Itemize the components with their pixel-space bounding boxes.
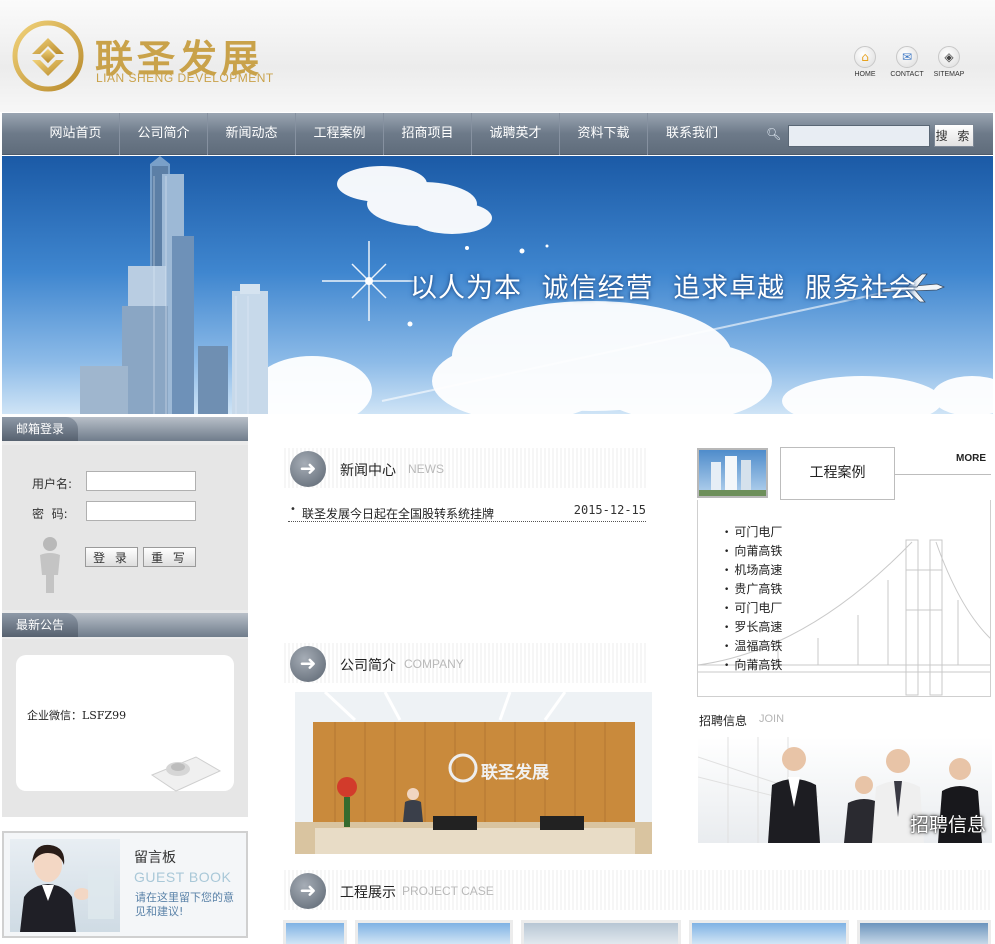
notice-panel: 企业微信：LSFZ99 — [2, 639, 248, 817]
projects-title-cn: 工程展示 — [340, 885, 396, 901]
nav-item-jobs[interactable]: 诚聘英才 — [472, 113, 560, 155]
list-item[interactable]: 向莆高铁 — [724, 543, 782, 562]
project-thumbnail[interactable] — [857, 920, 991, 944]
mail-icon: ✉ — [896, 46, 918, 68]
username-input[interactable] — [86, 471, 196, 491]
home-icon: ⌂ — [854, 46, 876, 68]
banner-slogan: 以人为本 诚信经营 追求卓越 服务社会 — [410, 273, 917, 304]
password-label: 密 码: — [32, 507, 68, 521]
news-title-en: NEWS — [408, 462, 444, 476]
guestbook-desc: 请在这里留下您的意见和建议! — [135, 891, 234, 918]
left-sidebar: 邮箱登录 用户名: 密 码: 登 录 重 写 最新公告 企业微信：LSFZ99 — [2, 417, 248, 817]
projects-title-en: PROJECT CASE — [402, 884, 494, 898]
join-caption: 招聘信息 — [909, 814, 986, 836]
list-item[interactable]: 可门电厂 — [724, 600, 782, 619]
arrow-right-icon: ➜ — [290, 873, 326, 909]
username-label: 用户名: — [32, 477, 73, 491]
list-item[interactable]: 向莆高铁 — [724, 657, 782, 676]
search-input[interactable] — [788, 125, 930, 147]
contact-link-label: CONTACT — [890, 71, 924, 78]
news-item-date: 2015-12-15 — [573, 503, 646, 517]
project-thumbnail[interactable] — [283, 920, 347, 944]
company-title-en: COMPANY — [404, 657, 464, 671]
cases-tab[interactable]: 工程案例 — [780, 447, 895, 500]
news-item-title[interactable]: 联圣发展今日起在全国股转系统挂牌 — [302, 505, 494, 522]
notice-text: 企业微信：LSFZ99 — [27, 709, 127, 722]
hero-banner: 以人为本 诚信经营 追求卓越 服务社会 — [2, 156, 993, 414]
company-title-cn: 公司简介 — [340, 658, 396, 674]
mail-login-header: 邮箱登录 — [2, 417, 248, 441]
notice-box: 企业微信：LSFZ99 — [16, 655, 234, 792]
news-section-title: ➜ 新闻中心 NEWS — [284, 448, 648, 488]
company-section-title: ➜ 公司简介 COMPANY — [284, 643, 648, 683]
arrow-right-icon: ➜ — [290, 451, 326, 487]
brand-name-en: LIAN SHENG DEVELOPMENT — [96, 71, 274, 85]
contact-link[interactable]: ✉ CONTACT — [890, 46, 924, 78]
sitemap-link-label: SITEMAP — [933, 71, 965, 78]
notice-header: 最新公告 — [2, 613, 248, 637]
user-figure-icon — [40, 537, 60, 593]
nav-item-investment[interactable]: 招商项目 — [384, 113, 472, 155]
join-title-cn: 招聘信息 — [699, 714, 748, 728]
company-logo[interactable] — [12, 20, 84, 92]
search-icon: 🔍︎ — [766, 127, 782, 141]
search-button[interactable]: 搜 索 — [934, 124, 974, 147]
password-input[interactable] — [86, 501, 196, 521]
list-item[interactable]: 机场高速 — [724, 562, 782, 581]
guestbook-banner[interactable]: 留言板 GUEST BOOK 请在这里留下您的意见和建议! — [2, 831, 248, 938]
projects-section-title: ➜ 工程展示 PROJECT CASE — [284, 870, 991, 910]
notice-title: 最新公告 — [2, 613, 79, 637]
nav-items: 网站首页 公司简介 新闻动态 工程案例 招商项目 诚聘英才 资料下载 联系我们 — [32, 113, 736, 155]
list-item[interactable]: 温福高铁 — [724, 638, 782, 657]
project-thumbnails — [283, 920, 993, 944]
nav-item-news[interactable]: 新闻动态 — [208, 113, 296, 155]
header: 联圣发展 LIAN SHENG DEVELOPMENT ⌂ HOME ✉ CON… — [0, 0, 995, 112]
cases-list-box: 可门电厂 向莆高铁 机场高速 贵广高铁 可门电厂 罗长高速 温福高铁 向莆高铁 — [697, 500, 991, 697]
nav-item-about[interactable]: 公司简介 — [120, 113, 208, 155]
news-title-cn: 新闻中心 — [340, 463, 396, 479]
compass-icon: ◈ — [938, 46, 960, 68]
project-thumbnail[interactable] — [521, 920, 681, 944]
sitemap-link[interactable]: ◈ SITEMAP — [933, 46, 965, 78]
login-button[interactable]: 登 录 — [85, 547, 138, 567]
join-banner[interactable]: 招聘信息 — [698, 737, 992, 843]
nav-item-contact[interactable]: 联系我们 — [648, 113, 736, 155]
list-item[interactable]: 可门电厂 — [724, 524, 782, 543]
divider — [895, 474, 991, 475]
company-photo-sign: 联圣发展 — [481, 763, 549, 783]
top-links: ⌂ HOME ✉ CONTACT ◈ SITEMAP — [849, 46, 965, 78]
list-item[interactable]: 罗长高速 — [724, 619, 782, 638]
case-thumbnail[interactable] — [697, 448, 768, 498]
join-title-en: JOIN — [759, 713, 785, 725]
nav-item-cases[interactable]: 工程案例 — [296, 113, 384, 155]
company-photo[interactable]: 联圣发展 — [295, 692, 652, 854]
main-nav: 网站首页 公司简介 新闻动态 工程案例 招商项目 诚聘英才 资料下载 联系我们 … — [2, 113, 993, 155]
guestbook-photo — [10, 839, 120, 932]
project-thumbnail[interactable] — [689, 920, 849, 944]
mail-login-title: 邮箱登录 — [2, 417, 79, 441]
list-item[interactable]: 贵广高铁 — [724, 581, 782, 600]
bullet-icon: • — [290, 504, 296, 515]
reset-button[interactable]: 重 写 — [143, 547, 196, 567]
project-thumbnail[interactable] — [355, 920, 513, 944]
mail-login-form: 用户名: 密 码: 登 录 重 写 — [2, 445, 248, 610]
nav-item-downloads[interactable]: 资料下载 — [560, 113, 648, 155]
guestbook-title: 留言板 — [134, 850, 176, 866]
notebook-icon — [150, 756, 222, 792]
home-link[interactable]: ⌂ HOME — [849, 46, 881, 78]
nav-item-home[interactable]: 网站首页 — [32, 113, 120, 155]
cases-list: 可门电厂 向莆高铁 机场高速 贵广高铁 可门电厂 罗长高速 温福高铁 向莆高铁 — [724, 524, 782, 676]
list-item[interactable]: • 联圣发展今日起在全国股转系统挂牌 2015-12-15 — [288, 500, 646, 522]
more-link[interactable]: MORE — [956, 453, 986, 464]
home-link-label: HOME — [854, 71, 876, 78]
guestbook-subtitle: GUEST BOOK — [134, 869, 232, 885]
arrow-right-icon: ➜ — [290, 646, 326, 682]
